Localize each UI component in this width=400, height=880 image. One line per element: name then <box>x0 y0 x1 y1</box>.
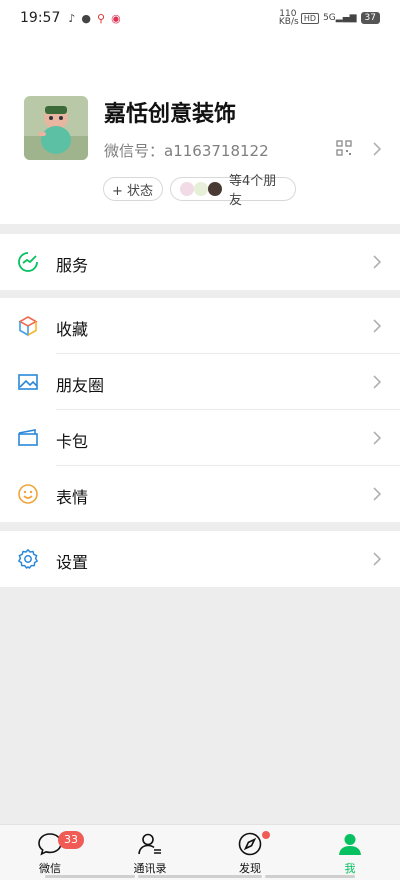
bottom-tab-bar: 33 微信 通讯录 发现 我 <box>0 824 400 880</box>
wechat-id: 微信号：a1163718122 <box>104 142 269 160</box>
net-speed: 110 KB/s <box>278 9 299 27</box>
cards-label: 卡包 <box>56 432 89 451</box>
contacts-icon <box>138 833 161 855</box>
status-button-label: + 状态 <box>112 183 154 199</box>
pin-icon: ⚲ <box>97 11 106 25</box>
status-time: 19:57 <box>20 10 61 26</box>
message-icon: ● <box>81 11 91 25</box>
tab-chats[interactable]: 33 微信 <box>0 825 100 880</box>
gesture-bar <box>265 875 355 878</box>
menu-item-moments[interactable]: 朋友圈 <box>0 354 400 410</box>
person-icon <box>339 834 361 855</box>
chevron-right-icon <box>373 487 382 501</box>
tab-me[interactable]: 我 <box>300 825 400 880</box>
chevron-right-icon <box>373 375 382 389</box>
status-button[interactable]: + 状态 <box>103 177 163 201</box>
tiktok-icon: ♪ <box>68 11 76 25</box>
avatar[interactable] <box>24 96 88 160</box>
gesture-bar <box>138 875 262 878</box>
settings-label: 设置 <box>56 553 89 572</box>
settings-section: 设置 <box>0 531 400 587</box>
profile-header[interactable]: 嘉恬创意装饰 微信号：a1163718122 + 状态 等4个朋友 <box>0 36 400 224</box>
discover-red-dot <box>262 831 270 839</box>
favorites-label: 收藏 <box>56 320 89 339</box>
tab-discover-label: 发现 <box>239 862 261 875</box>
services-icon <box>18 252 38 272</box>
tab-chats-label: 微信 <box>39 862 61 875</box>
app-icon: ◉ <box>111 11 121 25</box>
status-bar: 19:57 ♪ ● ⚲ ◉ 110 KB/s HD 5G▂▄▆ 37 <box>0 0 400 36</box>
smiley-icon <box>18 484 38 504</box>
menu-item-settings[interactable]: 设置 <box>0 531 400 587</box>
menu-item-services[interactable]: 服务 <box>0 234 400 290</box>
services-section: 服务 <box>0 234 400 290</box>
chevron-right-icon[interactable] <box>372 141 382 157</box>
compass-icon <box>238 832 262 856</box>
chevron-right-icon <box>373 431 382 445</box>
friend-avatars-icon <box>179 181 225 197</box>
unread-badge: 33 <box>58 831 84 849</box>
chevron-right-icon <box>373 552 382 566</box>
main-menu-section: 收藏 朋友圈 卡包 表情 <box>0 298 400 522</box>
gear-icon <box>18 549 38 569</box>
card-wallet-icon <box>18 429 38 446</box>
moments-picture-icon <box>18 374 38 390</box>
chevron-right-icon <box>373 255 382 269</box>
system-icons: 110 KB/s HD 5G▂▄▆ 37 <box>278 9 380 27</box>
menu-item-stickers[interactable]: 表情 <box>0 466 400 522</box>
stickers-label: 表情 <box>56 488 89 507</box>
tab-me-label: 我 <box>344 862 356 875</box>
favorites-cube-icon <box>18 316 38 337</box>
tab-discover[interactable]: 发现 <box>200 825 300 880</box>
friends-status-button[interactable]: 等4个朋友 <box>170 174 296 208</box>
tab-contacts-label: 通讯录 <box>133 862 167 875</box>
notification-icons: ♪ ● ⚲ ◉ <box>68 12 120 25</box>
qr-code-icon[interactable] <box>336 140 352 156</box>
hd-icon: HD <box>300 12 320 24</box>
gesture-bar <box>45 875 135 878</box>
battery-icon: 37 <box>360 12 380 24</box>
chevron-right-icon <box>373 319 382 333</box>
services-label: 服务 <box>56 256 89 275</box>
profile-name: 嘉恬创意装饰 <box>104 102 237 127</box>
friends-label: 等4个朋友 <box>229 174 277 208</box>
menu-item-favorites[interactable]: 收藏 <box>0 298 400 354</box>
signal-icon: 5G▂▄▆ <box>323 13 357 23</box>
menu-item-cards[interactable]: 卡包 <box>0 410 400 466</box>
moments-label: 朋友圈 <box>56 376 105 395</box>
tab-contacts[interactable]: 通讯录 <box>100 825 200 880</box>
